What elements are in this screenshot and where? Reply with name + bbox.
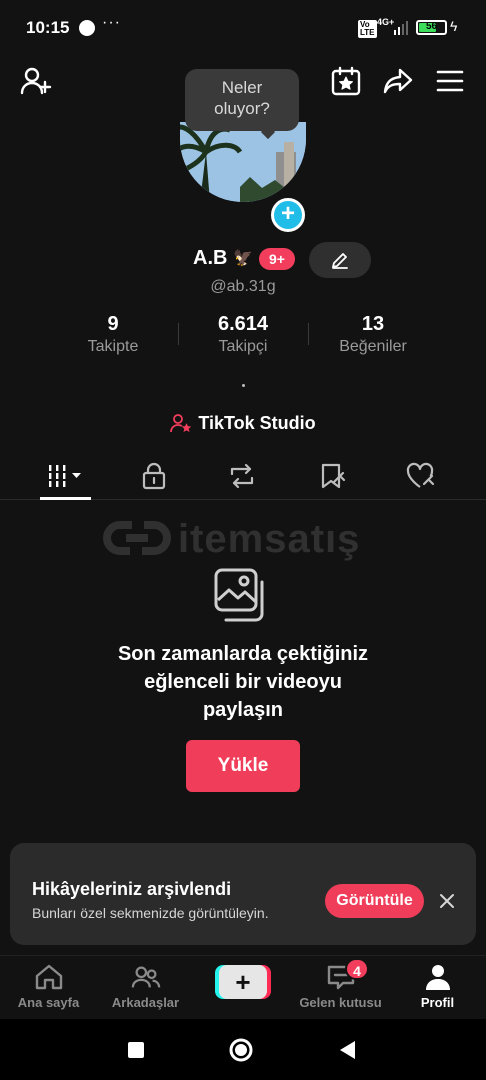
home-nav-icon[interactable] xyxy=(228,1037,254,1063)
nav-home-label: Ana sayfa xyxy=(17,995,80,1010)
status-bar: 10:15 ··· Vo LTE 4G+ 56 ϟ xyxy=(0,0,486,56)
saved-icon xyxy=(321,463,346,489)
tab-reposts[interactable] xyxy=(212,454,272,498)
pencil-icon xyxy=(332,253,348,269)
volte-icon: Vo LTE xyxy=(358,20,377,38)
stories-archived-toast: Hikâyeleriniz arşivlendi Bunları özel se… xyxy=(10,843,476,945)
close-icon[interactable] xyxy=(436,890,458,912)
bottom-nav: Ana sayfa Arkadaşlar + Gelen kutusu Prof… xyxy=(0,955,486,1019)
tiktok-studio-link[interactable]: TikTok Studio xyxy=(0,410,486,436)
toast-title: Hikâyeleriniz arşivlendi xyxy=(32,879,232,899)
nav-inbox[interactable]: Gelen kutusu xyxy=(292,962,389,1018)
profile-avatar[interactable]: + xyxy=(180,122,306,232)
stat-label: Takipçi xyxy=(218,338,268,355)
menu-icon[interactable] xyxy=(433,64,467,98)
profile-stats: 9 Takipte 6.614 Takipçi 13 Beğeniler xyxy=(0,313,486,363)
profile-name-row: A.B 🦅 9+ xyxy=(0,242,486,278)
empty-line-3: paylaşın xyxy=(202,699,284,721)
notification-badge[interactable]: 9+ xyxy=(259,248,295,270)
profile-bio xyxy=(242,384,245,387)
battery-icon: 56 xyxy=(416,20,447,35)
avatar-image xyxy=(180,122,306,202)
empty-state-message: Son zamanlarda çektiğiniz eğlenceli bir … xyxy=(0,640,486,724)
active-tab-indicator xyxy=(40,497,91,500)
home-icon xyxy=(34,962,64,992)
studio-label: TikTok Studio xyxy=(198,412,316,433)
calendar-star-icon[interactable] xyxy=(329,64,363,98)
status-time: 10:15 xyxy=(26,18,70,37)
nav-home[interactable]: Ana sayfa xyxy=(0,962,97,1018)
edit-profile-button[interactable] xyxy=(309,242,371,278)
watermark: itemsatış xyxy=(102,515,387,563)
empty-line-2: eğlenceli bir videoyu xyxy=(144,671,342,693)
tab-liked[interactable] xyxy=(391,454,451,498)
grid-icon xyxy=(49,465,81,487)
tab-saved[interactable] xyxy=(303,454,363,498)
toast-subtitle: Bunları özel sekmenizde görüntüleyin. xyxy=(32,905,269,921)
inbox-badge: 4 xyxy=(345,958,369,980)
notification-dot-icon xyxy=(79,20,95,36)
whats-happening-tooltip[interactable]: Neler oluyor? xyxy=(185,69,299,140)
profile-icon xyxy=(423,962,453,992)
empty-line-1: Son zamanlarda çektiğiniz xyxy=(117,643,369,665)
profile-tabs xyxy=(0,454,486,500)
stat-value: 9 xyxy=(107,313,119,335)
stat-followers[interactable]: 6.614 Takipçi xyxy=(178,313,308,356)
stat-value: 6.614 xyxy=(217,313,269,335)
view-button[interactable]: Görüntüle xyxy=(325,884,424,918)
back-icon[interactable] xyxy=(334,1037,360,1063)
battery-level: 56 xyxy=(425,21,438,32)
photos-icon xyxy=(214,568,264,622)
tab-videos[interactable] xyxy=(35,454,95,498)
tooltip-line-1: Neler xyxy=(221,78,263,97)
create-button[interactable]: + xyxy=(215,965,271,999)
stat-label: Beğeniler xyxy=(339,338,407,355)
nav-friends[interactable]: Arkadaşlar xyxy=(97,962,194,1018)
liked-icon xyxy=(406,462,435,488)
nav-inbox-label: Gelen kutusu xyxy=(299,995,382,1010)
profile-name: A.B xyxy=(193,247,228,269)
stat-label: Takipte xyxy=(87,338,139,355)
friends-icon xyxy=(131,962,161,992)
studio-person-star-icon xyxy=(170,414,192,433)
status-more-icon: ··· xyxy=(102,14,121,31)
recents-icon[interactable] xyxy=(123,1037,149,1063)
signal-icon xyxy=(394,21,408,35)
stat-following[interactable]: 9 Takipte xyxy=(48,313,178,356)
nav-friends-label: Arkadaşlar xyxy=(111,995,180,1010)
network-type: 4G+ xyxy=(377,17,395,27)
repost-icon xyxy=(230,463,254,489)
add-story-icon[interactable]: + xyxy=(271,198,305,232)
watermark-text: itemsatış xyxy=(178,517,361,561)
share-icon[interactable] xyxy=(381,64,415,98)
watermark-logo-icon xyxy=(103,521,171,555)
plus-icon: + xyxy=(219,965,267,999)
nav-profile-label: Profil xyxy=(420,995,455,1010)
eagle-emoji: 🦅 xyxy=(233,250,253,267)
stat-likes[interactable]: 13 Beğeniler xyxy=(308,313,438,356)
tooltip-line-2: oluyor? xyxy=(214,99,270,118)
nav-profile[interactable]: Profil xyxy=(389,962,486,1018)
stat-value: 13 xyxy=(361,313,385,335)
tab-private[interactable] xyxy=(124,454,184,498)
charging-icon: ϟ xyxy=(450,18,458,34)
add-friend-icon[interactable] xyxy=(19,64,53,98)
profile-username: @ab.31g xyxy=(210,278,276,295)
lock-icon xyxy=(142,462,166,490)
system-nav-bar xyxy=(0,1019,486,1080)
upload-button[interactable]: Yükle xyxy=(186,740,300,792)
